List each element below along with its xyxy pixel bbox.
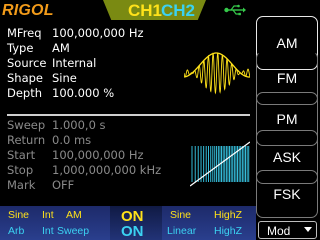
ch2-label[interactable]: CH2 <box>161 1 195 21</box>
channel-tab[interactable]: CH1 CH2 <box>103 0 206 20</box>
param-value[interactable]: Sine <box>52 71 77 86</box>
param-value[interactable]: AM <box>52 41 70 56</box>
param-label: Depth <box>7 86 43 100</box>
ch1-output-on[interactable]: ON <box>121 209 144 224</box>
ch2-sweep-type: Linear <box>167 225 197 237</box>
softkey-label: FM <box>276 70 298 86</box>
softkey-label: AM <box>276 35 298 51</box>
param-label: Shape <box>7 71 44 85</box>
softkey-label: PM <box>276 111 298 127</box>
ch1-load-status: HighZ <box>214 209 243 221</box>
ch2-load-status: HighZ <box>214 225 243 237</box>
param-value[interactable]: 0.0 ms <box>52 133 91 148</box>
param-value[interactable]: 100,000,000 Hz <box>52 148 144 163</box>
ch1-source-status: Int <box>42 209 54 221</box>
ch1-wave-right: Sine <box>170 209 192 221</box>
sweep-waveform-preview <box>190 141 250 187</box>
mod-label: Mod <box>267 224 291 238</box>
param-value[interactable]: 1.000,0 s <box>52 118 106 133</box>
chevron-down-icon <box>304 227 312 232</box>
param-label: MFreq <box>7 26 42 40</box>
param-value[interactable]: OFF <box>52 178 74 193</box>
ch2-mode-status: Sweep <box>57 225 90 237</box>
param-label: Mark <box>7 178 36 192</box>
ch2-output-on[interactable]: ON <box>121 224 144 239</box>
param-value[interactable]: 100.000 % <box>52 86 114 101</box>
param-label: Stop <box>7 163 34 177</box>
ch2-source-status: Int <box>42 225 54 237</box>
softkey-label: ASK <box>272 149 301 165</box>
channel-status-left[interactable]: Sine Int AM Arb Int Sweep <box>0 206 110 240</box>
param-value[interactable]: 1,000,000,000 kHz <box>52 163 161 178</box>
softkey-fsk[interactable]: FSK <box>256 170 318 218</box>
param-value[interactable]: 100,000,000 Hz <box>52 26 144 41</box>
param-label: Source <box>7 56 47 70</box>
param-label: Type <box>7 41 34 55</box>
usb-icon <box>224 4 246 16</box>
am-waveform-preview <box>184 52 250 95</box>
status-bar: Sine Int AM Arb Int Sweep ON ON Sine Hig… <box>0 206 256 240</box>
param-value[interactable]: Internal <box>52 56 96 71</box>
param-label: Start <box>7 148 36 162</box>
channel-divider <box>7 114 250 116</box>
output-status[interactable]: ON ON <box>110 206 162 240</box>
channel-status-right[interactable]: Sine HighZ Linear HighZ <box>162 206 256 240</box>
brand-logo: RIGOL <box>2 2 54 19</box>
softkey-label: FSK <box>273 186 301 202</box>
param-label: Sweep <box>7 118 46 132</box>
ch1-wave-status: Sine <box>8 209 30 221</box>
mod-menu-button[interactable]: Mod <box>258 221 317 239</box>
ch2-wave-status: Arb <box>8 225 25 237</box>
param-label: Return <box>7 133 46 147</box>
ch1-mode-status: AM <box>66 209 82 221</box>
ch1-label[interactable]: CH1 <box>128 1 162 21</box>
